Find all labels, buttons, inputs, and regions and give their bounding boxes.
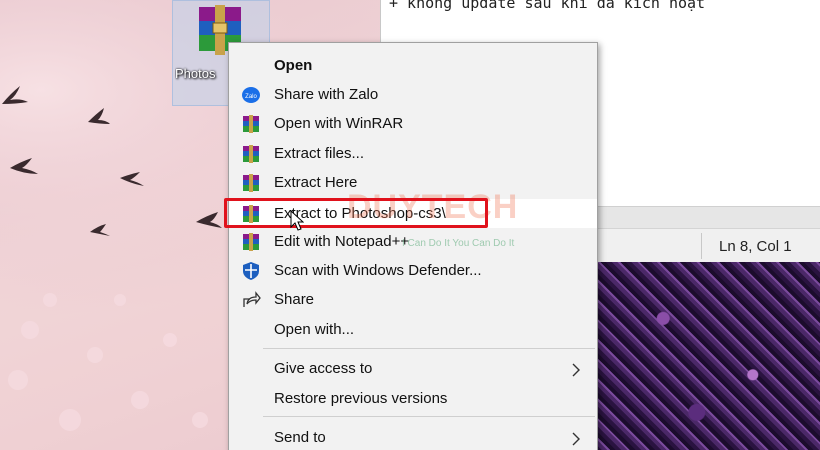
zalo-icon: Zalo — [242, 87, 260, 103]
defender-shield-icon — [243, 262, 259, 280]
cursor-position: Ln 8, Col 1 — [719, 238, 792, 255]
menu-separator — [263, 416, 595, 417]
menu-item-label: Give access to — [274, 360, 373, 377]
menu-item-scan-defender[interactable]: Scan with Windows Defender... — [229, 256, 597, 285]
menu-item-open-with[interactable]: Open with... — [229, 315, 597, 344]
menu-item-label: Extract Here — [274, 174, 358, 191]
menu-item-label: Open with... — [274, 321, 355, 338]
svg-text:Zalo: Zalo — [245, 94, 257, 100]
menu-item-label: Extract files... — [274, 145, 365, 162]
menu-item-label: Scan with Windows Defender... — [274, 262, 482, 279]
chevron-right-icon — [572, 363, 580, 377]
menu-item-share[interactable]: Share — [229, 285, 597, 314]
winrar-icon — [243, 115, 259, 133]
watermark-tagline: I Can Do It You Can Do It — [402, 238, 515, 249]
mouse-cursor-icon — [290, 210, 304, 231]
menu-item-open[interactable]: Open — [229, 51, 597, 80]
winrar-icon — [243, 145, 259, 163]
chevron-right-icon — [572, 432, 580, 446]
notepadpp-icon — [243, 233, 259, 251]
menu-item-give-access-to[interactable]: Give access to — [229, 354, 597, 383]
menu-item-label: Restore previous versions — [274, 390, 448, 407]
menu-item-open-with-winrar[interactable]: Open with WinRAR — [229, 109, 597, 138]
menu-item-extract-files[interactable]: Extract files... — [229, 139, 597, 168]
highlight-box — [224, 198, 488, 228]
winrar-icon — [243, 174, 259, 192]
menu-separator — [263, 348, 595, 349]
code-line: + không update sau khi đã kích hoạt — [389, 0, 706, 12]
share-icon — [243, 291, 261, 307]
menu-item-label: Send to — [274, 429, 326, 446]
status-divider — [701, 233, 702, 259]
background-photo — [596, 262, 820, 450]
menu-item-label: Share with Zalo — [274, 86, 379, 103]
menu-item-label: Open with WinRAR — [274, 115, 404, 132]
menu-item-label: Open — [274, 57, 313, 74]
menu-item-send-to[interactable]: Send to — [229, 423, 597, 450]
menu-item-share-with-zalo[interactable]: Zalo Share with Zalo — [229, 80, 597, 109]
menu-item-label: Share — [274, 291, 315, 308]
menu-item-restore-previous-versions[interactable]: Restore previous versions — [229, 384, 597, 413]
